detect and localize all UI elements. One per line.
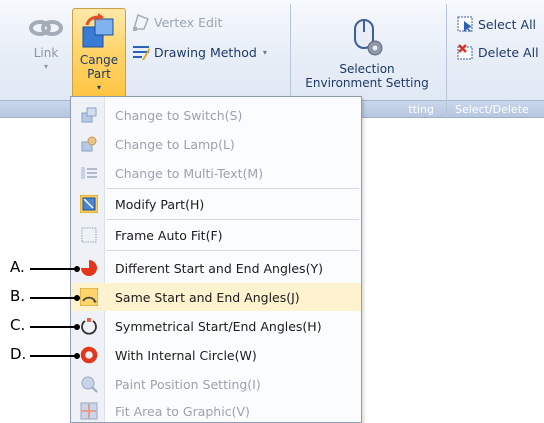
cange-part-label-line1: Cange	[79, 53, 119, 67]
callout-dot-a	[74, 266, 80, 272]
cange-part-menu: Change to Switch(S) Change to Lamp(L) Ch…	[70, 96, 362, 423]
selection-environment-setting-button[interactable]: Selection Environment Setting	[296, 14, 438, 90]
callout-label-d: D.	[10, 345, 27, 363]
change-part-icon	[82, 13, 114, 48]
link-label: Link	[33, 46, 59, 60]
drawing-method-button[interactable]: Drawing Method ▾	[132, 42, 267, 62]
cange-part-label-line2: Part	[87, 67, 111, 81]
menu-item-label: Change to Switch(S)	[115, 107, 243, 123]
switch-icon	[81, 107, 97, 123]
ring-internal-circle-icon	[80, 346, 98, 364]
callout-dot-b	[74, 295, 80, 301]
pie-different-angles-icon	[81, 260, 97, 276]
menu-item-label: Modify Part(H)	[115, 196, 205, 212]
menu-item-label: With Internal Circle(W)	[115, 347, 257, 363]
menu-item-label: Frame Auto Fit(F)	[115, 227, 223, 243]
callout-label-c: C.	[10, 316, 26, 334]
delete-all-button[interactable]: Delete All	[456, 42, 539, 62]
menu-item-label: Change to Lamp(L)	[115, 136, 235, 152]
menu-item-label: Fit Area to Graphic(V)	[115, 403, 250, 419]
chevron-down-icon: ▾	[43, 62, 48, 71]
delete-all-label: Delete All	[478, 44, 539, 60]
select-all-label: Select All	[478, 16, 537, 32]
modify-part-icon	[80, 195, 98, 213]
menu-item-label: Same Start and End Angles(J)	[115, 289, 300, 305]
vertex-edit-icon	[133, 13, 149, 31]
menu-separator	[107, 219, 359, 220]
callout-line-b	[30, 297, 76, 299]
menu-item-fit-area-to-graphic[interactable]: Fit Area to Graphic(V)	[71, 397, 361, 423]
callout-label-a: A.	[10, 258, 25, 276]
menu-item-change-to-multi-text[interactable]: Change to Multi-Text(M)	[71, 159, 361, 187]
paint-position-icon	[81, 376, 98, 393]
menu-item-label: Symmetrical Start/End Angles(H)	[115, 318, 322, 334]
callout-label-b: B.	[10, 287, 26, 305]
chain-link-icon	[29, 20, 63, 36]
vertex-edit-label: Vertex Edit	[154, 14, 223, 30]
link-button[interactable]: Link ▾	[22, 6, 70, 74]
selection-env-label-line2: Environment Setting	[305, 76, 429, 90]
select-all-icon	[457, 16, 473, 32]
arc-symmetrical-angles-icon	[81, 318, 97, 335]
select-all-button[interactable]: Select All	[456, 14, 536, 34]
menu-item-label: Different Start and End Angles(Y)	[115, 260, 323, 276]
menu-separator	[107, 188, 359, 189]
chevron-down-icon: ▾	[262, 47, 267, 57]
group-label-select-delete: Select/Delete	[447, 100, 544, 117]
mouse-gear-icon	[354, 19, 383, 56]
drawing-method-label: Drawing Method	[154, 44, 257, 60]
drawing-method-icon	[133, 46, 150, 60]
callout-dot-c	[74, 324, 80, 330]
selection-env-label-line1: Selection	[339, 62, 395, 76]
menu-item-same-start-end-angles[interactable]: Same Start and End Angles(J)	[71, 283, 361, 311]
cange-part-button[interactable]: Cange Part ▾	[72, 8, 126, 104]
arc-same-angles-icon	[80, 288, 98, 306]
menu-item-different-start-end-angles[interactable]: Different Start and End Angles(Y)	[71, 254, 361, 282]
menu-item-label: Paint Position Setting(I)	[115, 376, 261, 392]
frame-auto-fit-icon	[81, 227, 97, 243]
menu-item-label: Change to Multi-Text(M)	[115, 165, 264, 181]
callout-line-c	[30, 326, 76, 328]
callout-line-a	[30, 268, 76, 270]
menu-item-modify-part[interactable]: Modify Part(H)	[71, 190, 361, 218]
menu-item-change-to-lamp[interactable]: Change to Lamp(L)	[71, 130, 361, 158]
menu-item-change-to-switch[interactable]: Change to Switch(S)	[71, 101, 361, 129]
callout-dot-d	[74, 353, 80, 359]
lamp-icon	[81, 136, 97, 152]
menu-item-symmetrical-start-end-angles[interactable]: Symmetrical Start/End Angles(H)	[71, 312, 361, 340]
callout-line-d	[30, 355, 76, 357]
vertex-edit-button[interactable]: Vertex Edit	[132, 12, 222, 32]
fit-area-icon	[80, 402, 98, 420]
multi-text-icon	[81, 167, 97, 179]
menu-item-with-internal-circle[interactable]: With Internal Circle(W)	[71, 341, 361, 369]
chevron-down-icon: ▾	[96, 83, 101, 92]
delete-all-icon	[457, 44, 473, 60]
menu-item-paint-position-setting[interactable]: Paint Position Setting(I)	[71, 370, 361, 398]
menu-item-frame-auto-fit[interactable]: Frame Auto Fit(F)	[71, 221, 361, 249]
menu-separator	[107, 250, 359, 251]
